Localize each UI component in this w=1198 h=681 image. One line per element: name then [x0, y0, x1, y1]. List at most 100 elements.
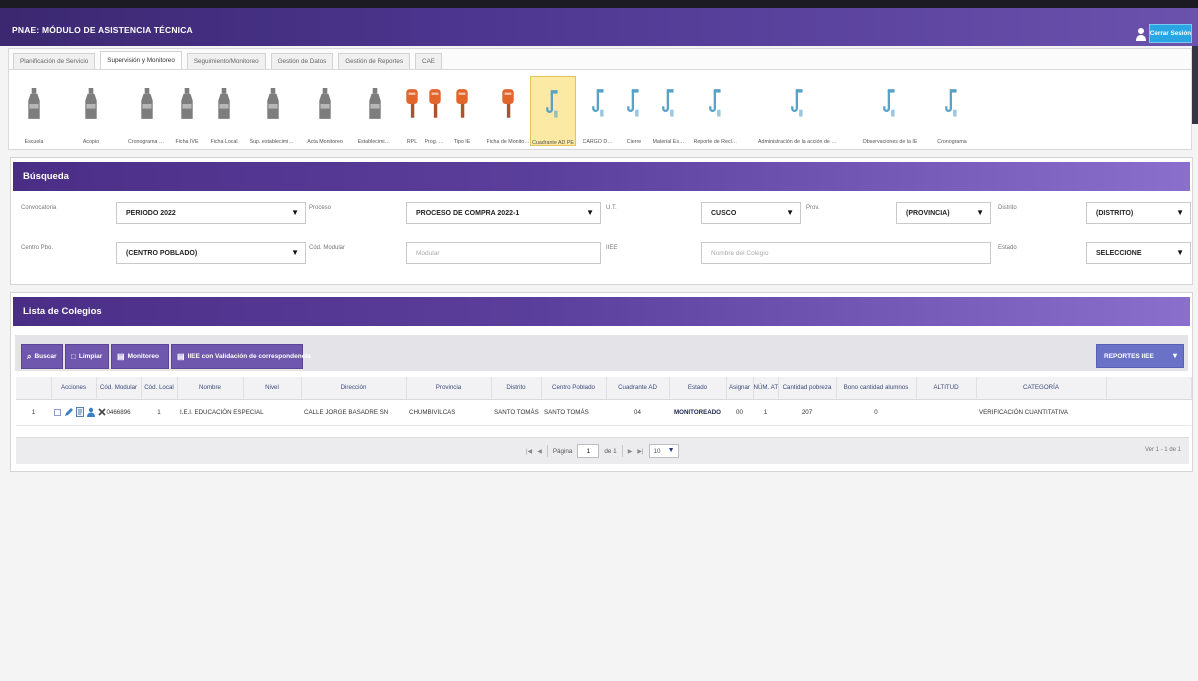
page-number-input[interactable] — [577, 444, 600, 458]
column-header[interactable]: Dirección — [301, 377, 407, 400]
pager-separator — [621, 445, 623, 457]
pager: |◀ ◀ Página de 1 ▶ ▶| 10 ▼ Ver 1 - 1 de … — [16, 437, 1189, 464]
table-row[interactable]: 1 0466896 1 I.E.I. EDUCACIÓN ESPECIAL CALLE … — [16, 399, 1191, 426]
iiee-field[interactable] — [701, 242, 991, 264]
chevron-down-icon: ▼ — [1176, 208, 1184, 217]
pager-controls: |◀ ◀ Página de 1 ▶ ▶| 10 ▼ — [526, 444, 679, 458]
toolbar-item-16[interactable]: Reporte de Reclamo — [694, 76, 739, 146]
column-header[interactable]: Cód. Modular — [96, 377, 142, 400]
edit-icon[interactable] — [64, 407, 73, 417]
tab-2[interactable]: Seguimiento/Monitoreo — [186, 53, 266, 69]
toolbar-item-0[interactable]: Escuela — [7, 76, 62, 146]
page-total: de 1 — [604, 447, 617, 455]
chevron-down-icon: ▼ — [976, 208, 984, 217]
toolbar-item-1[interactable]: Acopio — [64, 76, 118, 146]
column-header[interactable]: ALTITUD — [916, 377, 977, 400]
scrollbar[interactable] — [1192, 46, 1198, 124]
bottle-icon — [216, 86, 232, 127]
search-button[interactable]: ⌕ Buscar — [21, 344, 63, 369]
validated-iiee-button[interactable]: ▤ IIEE con Validación de correspondencia — [171, 344, 311, 369]
table-cell: MONITOREADO — [669, 399, 726, 426]
provincia-select[interactable]: (PROVINCIA) ▼ — [896, 202, 991, 224]
column-header[interactable]: Cuadrante AD — [606, 377, 670, 400]
toolbar-item-label: Ficha de Monitoreo — [486, 139, 530, 145]
toolbar-item-2[interactable]: Cronograma Entrega — [128, 76, 166, 146]
column-header[interactable]: Asignar — [726, 377, 754, 400]
column-header[interactable]: Bono cantidad alumnos — [836, 377, 917, 400]
toolbar-item-8[interactable]: RPL — [402, 76, 423, 146]
checkbox-icon[interactable] — [54, 408, 61, 416]
toolbar-item-5[interactable]: Sup. establecimiento — [250, 76, 297, 146]
cod-modular-field[interactable] — [406, 242, 601, 264]
toolbar-item-4[interactable]: Ficha Local — [207, 76, 242, 146]
clear-button[interactable]: □ Limpiar — [65, 344, 109, 369]
toolbar-item-7[interactable]: Establecimiento — [358, 76, 393, 146]
tab-5[interactable]: CAE — [415, 53, 442, 69]
search-panel-header: Búsqueda — [13, 162, 1190, 191]
iiee-label: IIEE — [606, 245, 618, 251]
toolbar-item-3[interactable]: Ficha IVE — [170, 76, 205, 146]
delete-icon[interactable] — [98, 408, 106, 416]
toolbar-item-12[interactable]: Cuadrante AD PE — [530, 76, 576, 146]
document-icon[interactable] — [76, 407, 84, 417]
reports-dropdown[interactable]: REPORTES IIEE ▾ — [1096, 344, 1184, 368]
toolbar-item-14[interactable]: Cierre — [618, 76, 651, 146]
distrito-select[interactable]: (DISTRITO) ▼ — [1086, 202, 1191, 224]
cod-modular-input[interactable] — [407, 243, 600, 263]
column-header[interactable]: Nivel — [243, 377, 302, 400]
column-header[interactable]: Cantidad pobreza — [778, 377, 837, 400]
toolbar-item-label: Cronograma Entrega — [128, 139, 166, 145]
toolbar-item-18[interactable]: Observaciones de la IE — [860, 76, 920, 146]
cod-modular-label: Cód. Modular — [309, 245, 346, 251]
centro-poblado-select[interactable]: (CENTRO POBLADO) ▼ — [116, 242, 306, 264]
logout-button[interactable]: Cerrar Sesión — [1149, 24, 1192, 43]
toolbar-item-13[interactable]: CARGO DE IE — [583, 76, 616, 146]
monitor-button-label: Monitoreo — [127, 353, 159, 360]
toolbar-item-11[interactable]: Ficha de Monitoreo — [487, 76, 530, 146]
toolbar-item-19[interactable]: Cronograma — [922, 76, 982, 146]
toolbar-item-9[interactable]: Prog. DIE — [425, 76, 446, 146]
toolbar-item-17[interactable]: Administración de la acción de monitoreo — [758, 76, 838, 146]
user-icon[interactable] — [87, 407, 95, 417]
prev-page-icon[interactable]: ◀ — [537, 448, 542, 455]
column-header[interactable]: Acciones — [51, 377, 97, 400]
chevron-down-icon: ▼ — [291, 208, 299, 217]
first-page-icon[interactable]: |◀ — [526, 448, 532, 455]
bottle-icon — [367, 86, 383, 127]
toolbar-item-15[interactable]: Material Escolar — [653, 76, 686, 146]
column-header[interactable]: Distrito — [491, 377, 542, 400]
last-page-icon[interactable]: ▶| — [637, 448, 643, 455]
column-header[interactable]: Provincia — [406, 377, 492, 400]
toolbar-item-6[interactable]: Acta Monitoreo — [301, 76, 349, 146]
toolbar-item-label: CARGO DE IE — [582, 139, 616, 145]
convocatoria-select[interactable]: PERIODO 2022 ▼ — [116, 202, 306, 224]
next-page-icon[interactable]: ▶ — [628, 448, 633, 455]
tab-3[interactable]: Gestión de Datos — [270, 53, 334, 69]
cup-icon — [882, 86, 898, 127]
ut-select[interactable]: CUSCO ▼ — [701, 202, 801, 224]
page-size-select[interactable]: 10 ▼ — [648, 444, 679, 458]
tab-0[interactable]: Planificación de Servicio — [13, 53, 96, 69]
convocatoria-value: PERIODO 2022 — [126, 209, 176, 217]
column-header[interactable]: Estado — [669, 377, 727, 400]
table-cell: 04 — [606, 399, 669, 426]
column-header[interactable]: CATEGORÍA — [976, 377, 1107, 400]
monitor-button[interactable]: ▤ Monitoreo — [111, 344, 169, 369]
tab-1[interactable]: Supervisión y Monitoreo — [100, 51, 182, 69]
tab-4[interactable]: Gestión de Reportes — [338, 53, 411, 69]
toolbar-item-label: Acta Monitoreo — [307, 139, 343, 145]
column-header[interactable]: Nombre — [177, 377, 244, 400]
toolbar-item-10[interactable]: Tipo IE — [450, 76, 475, 146]
toolbar-item-label: Prog. DIE — [424, 139, 446, 145]
estado-select[interactable]: SELECCIONE ▼ — [1086, 242, 1191, 264]
sign-icon — [427, 86, 443, 127]
proceso-select[interactable]: PROCESO DE COMPRA 2022-1 ▼ — [406, 202, 601, 224]
bottle-icon — [265, 86, 281, 127]
column-header[interactable]: Centro Poblado — [541, 377, 607, 400]
column-header[interactable]: Cód. Local — [141, 377, 178, 400]
iiee-input[interactable] — [702, 243, 990, 263]
distrito-value: (DISTRITO) — [1096, 209, 1134, 217]
cup-icon — [790, 86, 806, 127]
user-icon[interactable] — [1136, 27, 1146, 41]
column-header[interactable]: NÚM. AT — [753, 377, 779, 400]
